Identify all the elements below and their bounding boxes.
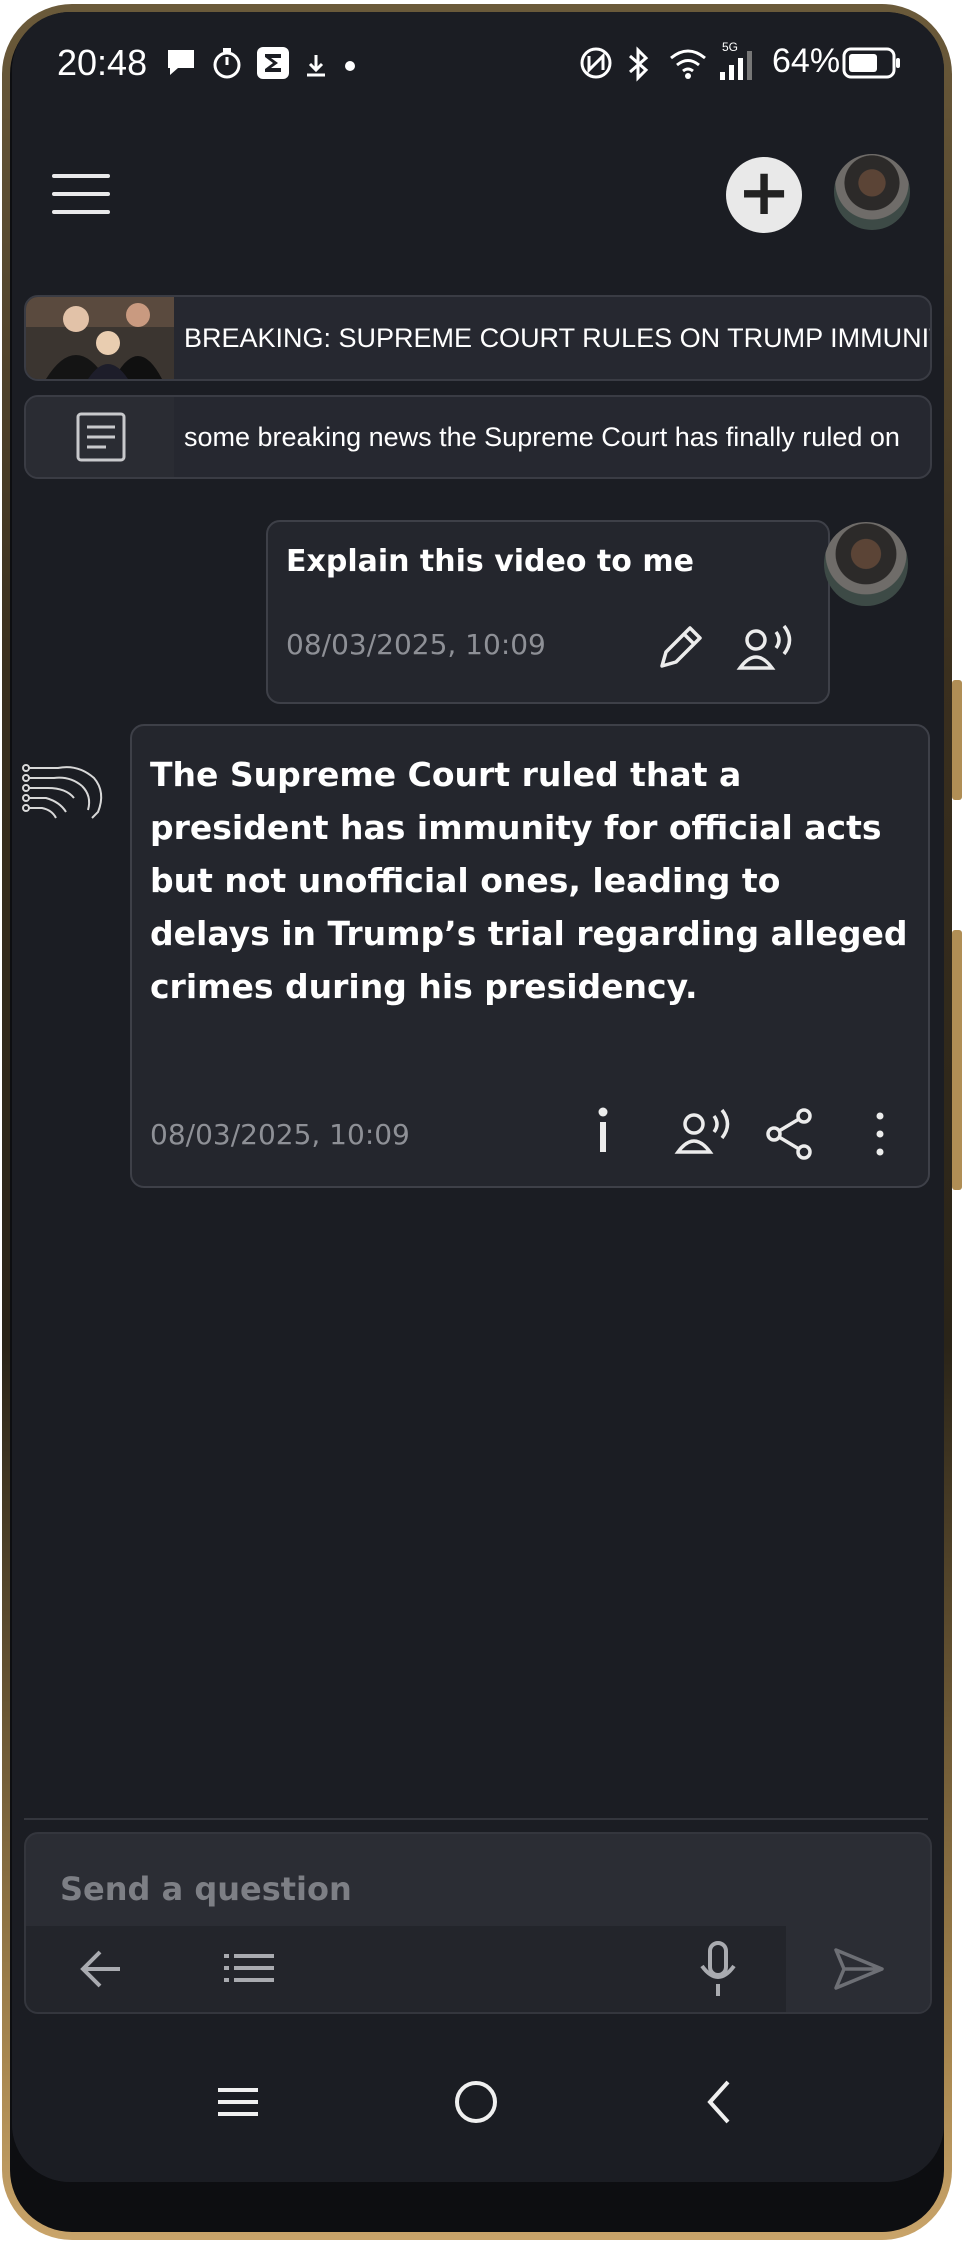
status-time: 20:48 xyxy=(57,42,148,83)
nav-back-icon[interactable] xyxy=(702,2078,736,2126)
more-icon[interactable] xyxy=(870,1106,890,1162)
chat-area: BREAKING: SUPREME COURT RULES ON TRUMP I… xyxy=(12,272,944,1822)
nfc-icon xyxy=(580,47,612,79)
transcript-text: some breaking news the Supreme Court has… xyxy=(184,422,900,452)
user-message-text: Explain this video to me xyxy=(286,544,694,579)
dot-icon xyxy=(345,61,355,71)
mic-icon[interactable] xyxy=(696,1940,740,1998)
ai-message-timestamp: 08/03/2025, 10:09 xyxy=(150,1118,410,1151)
system-nav-bar xyxy=(12,2052,944,2182)
volume-button xyxy=(952,680,962,800)
menu-icon[interactable] xyxy=(52,174,110,218)
send-button[interactable] xyxy=(786,1926,930,2012)
user-message: Explain this video to me 08/03/2025, 10:… xyxy=(266,520,830,704)
video-thumbnail xyxy=(26,297,174,379)
screen: 20:48 5G 64% + BREAKING: SUPREME COURT R… xyxy=(12,12,944,2182)
back-arrow-icon[interactable] xyxy=(76,1946,126,1992)
avatar[interactable] xyxy=(834,154,910,230)
user-message-timestamp: 08/03/2025, 10:09 xyxy=(286,628,546,661)
battery-percent: 64% xyxy=(772,42,841,80)
battery-icon xyxy=(842,47,900,79)
speaker-icon[interactable] xyxy=(672,1104,736,1160)
ai-message-text: The Supreme Court ruled that a president… xyxy=(150,755,908,1006)
speaker-icon[interactable] xyxy=(734,620,798,676)
question-input[interactable]: Send a question xyxy=(60,1870,352,1908)
video-title: BREAKING: SUPREME COURT RULES ON TRUMP I… xyxy=(184,323,930,353)
transcript-card[interactable]: some breaking news the Supreme Court has… xyxy=(24,395,932,479)
ai-logo-icon xyxy=(22,764,103,819)
timer-icon xyxy=(213,48,241,79)
document-icon xyxy=(76,412,126,462)
nav-home-icon[interactable] xyxy=(452,2078,500,2126)
new-chat-button[interactable]: + xyxy=(726,157,802,233)
bluetooth-icon xyxy=(629,46,649,82)
list-icon[interactable] xyxy=(224,1950,276,1988)
transcript-thumb xyxy=(26,397,174,477)
share-icon[interactable] xyxy=(762,1106,818,1162)
video-card[interactable]: BREAKING: SUPREME COURT RULES ON TRUMP I… xyxy=(24,295,932,381)
user-avatar xyxy=(824,522,908,606)
ai-message: The Supreme Court ruled that a president… xyxy=(130,724,930,1188)
download-icon xyxy=(307,55,325,77)
edit-icon[interactable] xyxy=(652,620,708,676)
wifi-icon xyxy=(670,49,706,79)
composer-toolbar xyxy=(26,1926,930,2012)
send-icon xyxy=(834,1948,884,1990)
signal-icon xyxy=(720,51,752,80)
status-bar: 20:48 5G 64% xyxy=(12,12,944,122)
app-header: + xyxy=(12,122,944,272)
composer: Send a question xyxy=(24,1832,932,2014)
info-icon[interactable] xyxy=(588,1098,618,1162)
power-button xyxy=(952,930,962,1190)
chat-bubble-icon xyxy=(168,50,194,75)
sigma-app-icon xyxy=(257,47,289,79)
nav-recents-icon[interactable] xyxy=(216,2082,260,2122)
composer-divider xyxy=(24,1818,928,1820)
